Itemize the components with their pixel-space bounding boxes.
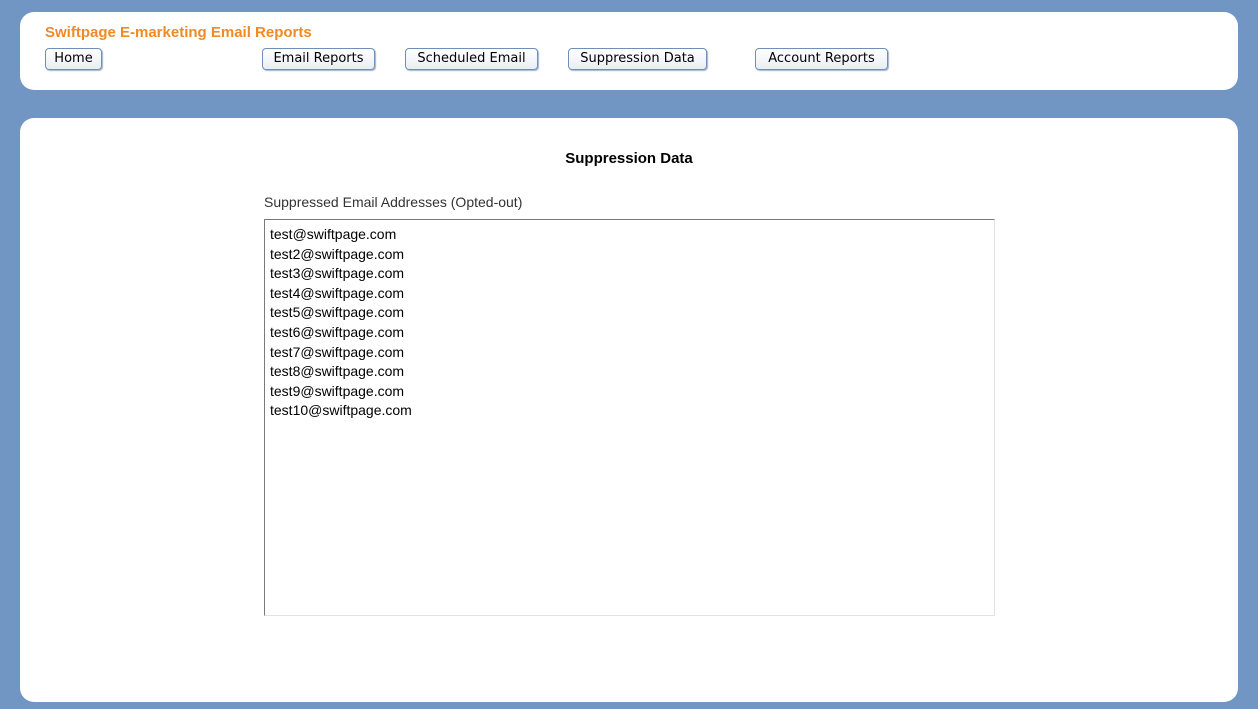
home-button[interactable]: Home (45, 48, 102, 70)
email-address: test5@swiftpage.com (270, 304, 405, 321)
suppressed-emails-label: Suppressed Email Addresses (Opted-out) (264, 194, 523, 210)
email-address: test9@swiftpage.com (270, 382, 405, 399)
account-reports-button[interactable]: Account Reports (755, 48, 888, 70)
email-address: test4@swiftpage.com (270, 284, 405, 301)
email-address: test3@swiftpage.com (270, 265, 405, 282)
suppression-data-button[interactable]: Suppression Data (568, 48, 707, 70)
email-address: test@swiftpage.com (270, 226, 397, 242)
email-address: test6@swiftpage.com (270, 323, 405, 340)
scheduled-email-button[interactable]: Scheduled Email (405, 48, 538, 70)
page-title: Suppression Data (565, 150, 693, 167)
email-address: test8@swiftpage.com (270, 363, 405, 380)
suppressed-emails-list[interactable]: test@swiftpage.com test2@swiftpage.com t… (264, 219, 995, 616)
email-address: test10@swiftpage.com (270, 402, 412, 419)
email-address: test2@swiftpage.com (270, 245, 405, 262)
header-panel: Swiftpage E-marketing Email Reports Home… (20, 12, 1238, 90)
email-reports-button[interactable]: Email Reports (262, 48, 375, 70)
app-title: Swiftpage E-marketing Email Reports (45, 24, 312, 41)
email-address: test7@swiftpage.com (270, 343, 405, 360)
